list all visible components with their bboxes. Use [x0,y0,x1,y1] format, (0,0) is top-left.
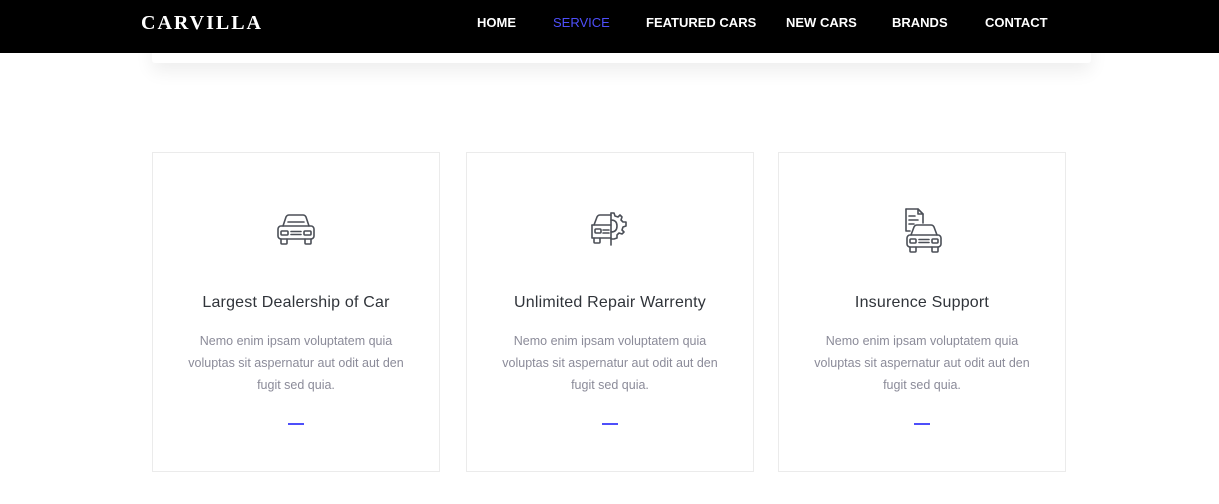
nav-item-brands[interactable]: BRANDS [892,15,948,31]
nav-item-service[interactable]: SERVICE [553,15,610,31]
car-document-icon [779,205,1065,257]
service-title: Largest Dealership of Car [202,294,390,311]
nav-item-new-cars[interactable]: NEW CARS [786,15,857,31]
service-card: Largest Dealership of Car Nemo enim ipsa… [152,152,440,472]
service-card: Unlimited Repair Warrenty Nemo enim ipsa… [466,152,754,472]
service-description: Nemo enim ipsam voluptatem quia voluptas… [188,334,404,392]
nav-item-contact[interactable]: CONTACT [985,15,1048,31]
nav-item-featured-cars[interactable]: FEATURED CARS [646,15,756,31]
accent-dash [914,423,930,425]
top-navbar: CARVILLA HOME SERVICE FEATURED CARS NEW … [0,0,1219,53]
service-description: Nemo enim ipsam voluptatem quia voluptas… [814,334,1030,392]
nav-item-home[interactable]: HOME [477,15,516,31]
car-gear-icon [467,205,753,257]
service-title: Unlimited Repair Warrenty [513,294,706,311]
accent-dash [288,423,304,425]
service-description: Nemo enim ipsam voluptatem quia voluptas… [502,334,718,392]
main-nav: HOME SERVICE FEATURED CARS NEW CARS BRAN… [0,0,1219,53]
service-title: Insurence Support [854,294,990,311]
service-card: Insurence Support Nemo enim ipsam volupt… [778,152,1066,472]
accent-dash [602,423,618,425]
car-icon [153,205,439,257]
